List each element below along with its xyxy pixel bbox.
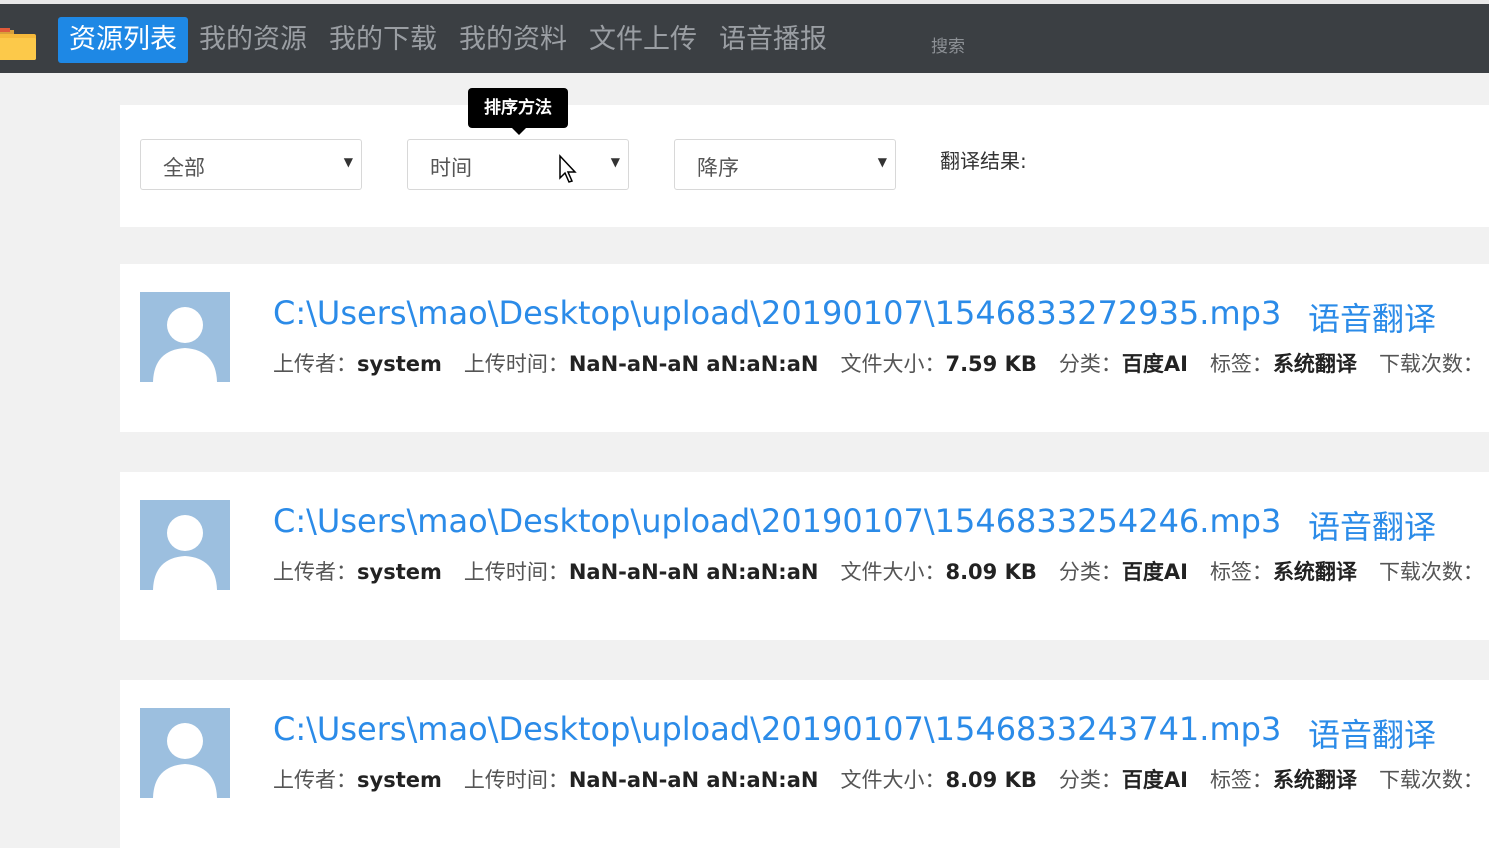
avatar [140, 292, 230, 382]
sort-order-select-value: 降序 [697, 156, 739, 180]
file-size-value: 8.09 KB [945, 560, 1037, 584]
resource-title-link[interactable]: C:\Users\mao\Desktop\upload\20190107\154… [273, 710, 1281, 748]
file-size-label: 文件大小： [840, 768, 946, 792]
caret-down-icon: ▼ [610, 155, 620, 169]
resource-card: C:\Users\mao\Desktop\upload\20190107\154… [120, 680, 1489, 848]
downloads-label: 下载次数： [1378, 352, 1484, 376]
nav-items: 资源列表 我的资源 我的下载 我的资料 文件上传 语音播报 [58, 17, 838, 63]
tag-value: 系统翻译 [1272, 352, 1357, 376]
resource-meta: 上传者：system 上传时间：NaN-aN-aN aN:aN:aN 文件大小：… [273, 764, 1489, 794]
file-size-label: 文件大小： [840, 560, 946, 584]
user-icon [153, 515, 217, 590]
resource-card: C:\Users\mao\Desktop\upload\20190107\154… [120, 264, 1489, 432]
category-label: 分类： [1058, 352, 1122, 376]
uploader-label: 上传者： [273, 560, 357, 584]
folder-icon[interactable] [0, 26, 36, 60]
tag-label: 标签： [1209, 352, 1273, 376]
voice-translate-link[interactable]: 语音翻译 [1308, 710, 1436, 756]
sort-order-select[interactable]: 降序 ▼ [674, 139, 896, 190]
category-value: 百度AI [1121, 352, 1188, 376]
user-icon [153, 307, 217, 382]
upload-time-label: 上传时间： [463, 560, 569, 584]
translation-result-label: 翻译结果: [940, 149, 1027, 173]
uploader-value: system [357, 768, 442, 792]
voice-translate-link[interactable]: 语音翻译 [1308, 294, 1436, 340]
downloads-label: 下载次数： [1378, 560, 1484, 584]
resource-meta: 上传者：system 上传时间：NaN-aN-aN aN:aN:aN 文件大小：… [273, 556, 1489, 586]
file-size-label: 文件大小： [840, 352, 946, 376]
tag-label: 标签： [1209, 768, 1273, 792]
voice-translate-link[interactable]: 语音翻译 [1308, 502, 1436, 548]
resource-title-link[interactable]: C:\Users\mao\Desktop\upload\20190107\154… [273, 294, 1281, 332]
uploader-value: system [357, 560, 442, 584]
tag-value: 系统翻译 [1272, 768, 1357, 792]
mouse-cursor-icon [559, 154, 577, 183]
nav-item-my-downloads[interactable]: 我的下载 [318, 17, 448, 63]
filter-panel: 全部 ▼ 时间 ▼ 降序 ▼ [120, 105, 1489, 227]
uploader-label: 上传者： [273, 768, 357, 792]
category-select-value: 全部 [163, 156, 205, 180]
nav-search-link[interactable]: 搜索 [931, 32, 965, 57]
nav-item-resource-list[interactable]: 资源列表 [58, 17, 188, 63]
uploader-value: system [357, 352, 442, 376]
sort-method-tooltip: 排序方法 [468, 88, 568, 135]
caret-down-icon: ▼ [343, 155, 353, 169]
nav-item-my-resources[interactable]: 我的资源 [188, 17, 318, 63]
downloads-label: 下载次数： [1378, 768, 1484, 792]
nav-item-voice-broadcast[interactable]: 语音播报 [708, 17, 838, 63]
category-label: 分类： [1058, 560, 1122, 584]
resource-title-link[interactable]: C:\Users\mao\Desktop\upload\20190107\154… [273, 502, 1281, 540]
file-size-value: 8.09 KB [945, 768, 1037, 792]
file-size-value: 7.59 KB [945, 352, 1037, 376]
category-value: 百度AI [1121, 768, 1188, 792]
user-icon [153, 723, 217, 798]
upload-time-label: 上传时间： [463, 768, 569, 792]
sort-field-select-value: 时间 [430, 156, 472, 180]
tag-label: 标签： [1209, 560, 1273, 584]
avatar [140, 500, 230, 590]
tag-value: 系统翻译 [1272, 560, 1357, 584]
category-select[interactable]: 全部 ▼ [140, 139, 362, 190]
uploader-label: 上传者： [273, 352, 357, 376]
upload-time-label: 上传时间： [463, 352, 569, 376]
resource-card: C:\Users\mao\Desktop\upload\20190107\154… [120, 472, 1489, 640]
upload-time-value: NaN-aN-aN aN:aN:aN [568, 352, 819, 376]
caret-down-icon: ▼ [877, 155, 887, 169]
avatar [140, 708, 230, 798]
nav-item-file-upload[interactable]: 文件上传 [578, 17, 708, 63]
category-value: 百度AI [1121, 560, 1188, 584]
navbar: 资源列表 我的资源 我的下载 我的资料 文件上传 语音播报 搜索 [0, 4, 1489, 73]
upload-time-value: NaN-aN-aN aN:aN:aN [568, 560, 819, 584]
upload-time-value: NaN-aN-aN aN:aN:aN [568, 768, 819, 792]
resource-meta: 上传者：system 上传时间：NaN-aN-aN aN:aN:aN 文件大小：… [273, 348, 1489, 378]
category-label: 分类： [1058, 768, 1122, 792]
nav-item-my-profile[interactable]: 我的资料 [448, 17, 578, 63]
sort-field-select[interactable]: 时间 ▼ [407, 139, 629, 190]
